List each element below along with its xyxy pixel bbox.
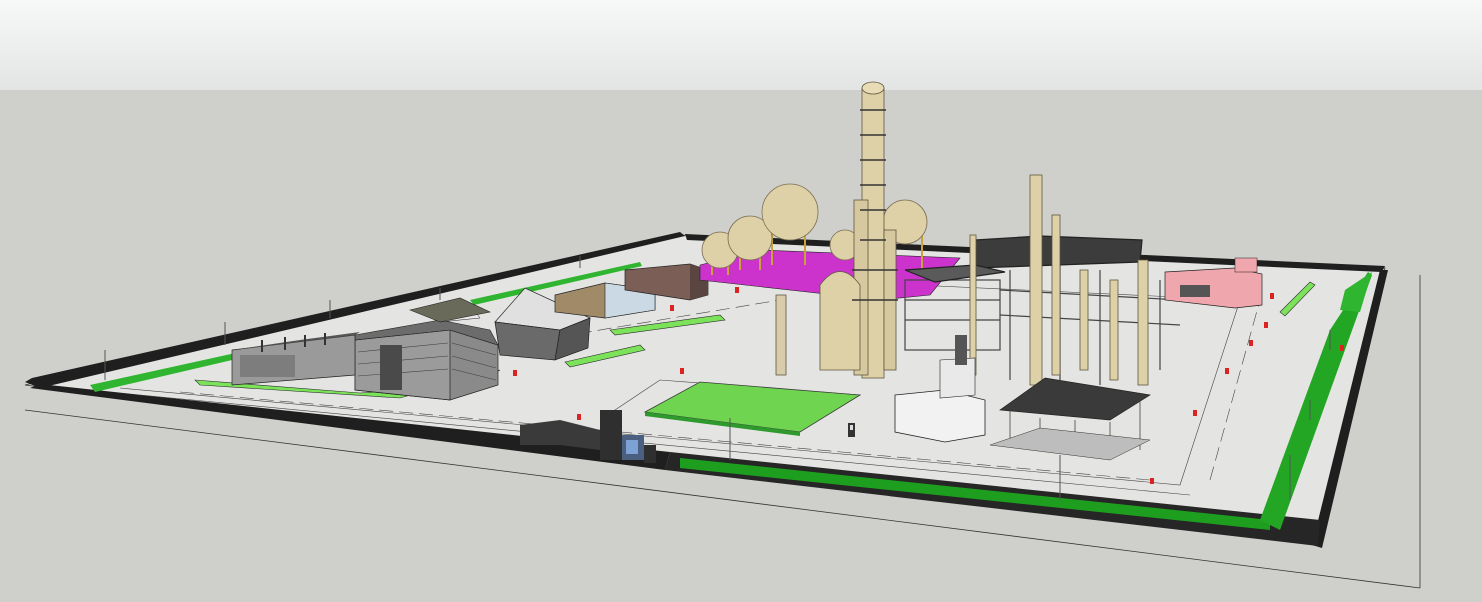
refinery-plant-model[interactable]	[0, 0, 1482, 602]
3d-model-viewport[interactable]	[0, 0, 1482, 602]
warning-sign-icon	[848, 423, 855, 437]
